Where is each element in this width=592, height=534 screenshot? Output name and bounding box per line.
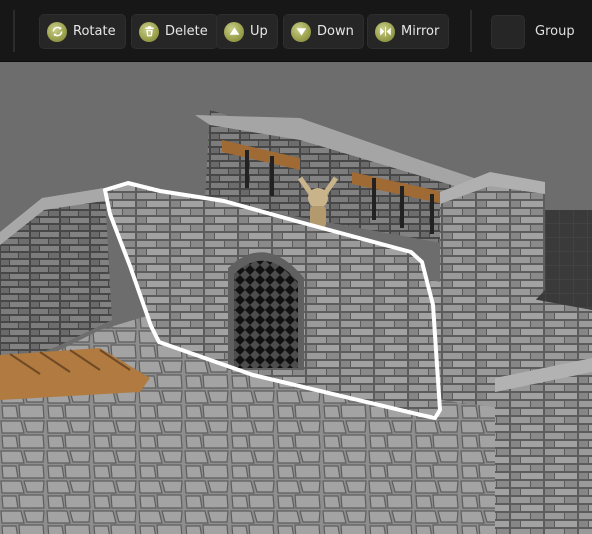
rotate-label: Rotate <box>73 24 116 39</box>
arrow-down-icon <box>291 21 311 42</box>
rotate-button[interactable]: Rotate <box>39 14 126 49</box>
up-button[interactable]: Up <box>216 14 278 49</box>
group-toggle[interactable] <box>491 15 525 49</box>
delete-button[interactable]: Delete <box>131 14 218 49</box>
down-button[interactable]: Down <box>283 14 364 49</box>
toolbar: Rotate Delete Up Down Mirror Group <box>0 0 592 62</box>
3d-viewport[interactable] <box>0 62 592 534</box>
toolbar-separator <box>13 10 15 52</box>
group-label: Group <box>535 24 575 39</box>
mirror-button[interactable]: Mirror <box>367 14 450 49</box>
toolbar-separator <box>470 10 472 52</box>
mirror-label: Mirror <box>401 24 440 39</box>
mirror-icon <box>375 21 395 42</box>
trash-icon <box>139 21 159 42</box>
front-right-wall <box>495 365 592 534</box>
delete-label: Delete <box>165 24 208 39</box>
down-label: Down <box>317 24 354 39</box>
arrow-up-icon <box>224 21 244 42</box>
up-label: Up <box>250 24 268 39</box>
portcullis-gate <box>234 260 298 368</box>
rotate-icon <box>47 21 67 42</box>
dungeon-scene <box>0 110 592 534</box>
